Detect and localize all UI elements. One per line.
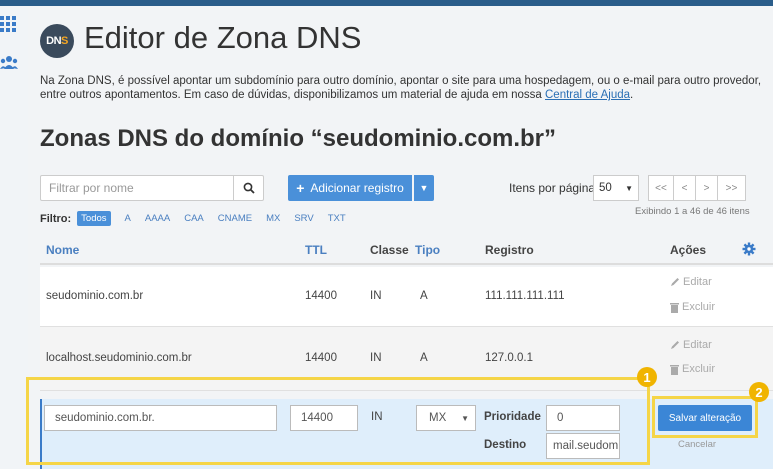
per-page-value: 50: [599, 182, 612, 194]
add-record-dropdown-button[interactable]: ▼: [414, 175, 434, 201]
step-badge-1: 1: [637, 367, 657, 387]
filter-chip-txt[interactable]: TXT: [328, 213, 346, 224]
caret-down-icon: ▼: [419, 183, 429, 193]
filter-chip-a[interactable]: A: [125, 213, 131, 224]
delete-label: Excluir: [682, 363, 716, 375]
items-count: Exibindo 1 a 46 de 46 itens: [635, 206, 750, 217]
row-ttl: 14400: [305, 290, 337, 302]
add-record-label: Adicionar registro: [310, 181, 404, 195]
trash-icon: [670, 302, 679, 313]
main-content: DN S Editor de Zona DNS Na Zona DNS, é po…: [26, 6, 773, 469]
row-type: A: [420, 352, 428, 364]
table-row: seudominio.com.br 14400 IN A 111.111.111…: [40, 267, 773, 327]
filter-chip-mx[interactable]: MX: [266, 213, 280, 224]
row-class: IN: [370, 290, 382, 302]
filter-chip-srv[interactable]: SRV: [294, 213, 313, 224]
add-record-button[interactable]: + Adicionar registro: [288, 175, 412, 201]
filter-name-input[interactable]: Filtrar por nome: [40, 175, 234, 201]
table-header: Nome TTL Classe Tipo Registro Ações: [40, 235, 773, 265]
dns-logo-icon: DN S: [40, 24, 74, 58]
row-record: 111.111.111.111: [485, 290, 565, 302]
step-badge-2: 2: [749, 382, 769, 402]
filter-chip-aaaa[interactable]: AAAA: [145, 213, 170, 224]
row-record: 127.0.0.1: [485, 352, 533, 364]
search-button[interactable]: [234, 175, 264, 201]
col-record-header: Registro: [485, 243, 534, 257]
page-title: Editor de Zona DNS: [84, 20, 362, 55]
row-class: IN: [370, 352, 382, 364]
row-type: A: [420, 290, 428, 302]
pager-next-button[interactable]: >: [696, 175, 718, 201]
delete-button[interactable]: Excluir: [670, 363, 715, 375]
users-icon[interactable]: [0, 54, 18, 72]
zones-subtitle: Zonas DNS do domínio “seudominio.com.br”: [40, 125, 557, 152]
edit-label: Editar: [683, 339, 712, 351]
edit-button[interactable]: Editar: [670, 276, 712, 288]
filter-chip-cname[interactable]: CNAME: [218, 213, 252, 224]
search-icon: [243, 182, 255, 194]
cancel-link[interactable]: Cancelar: [678, 439, 716, 450]
delete-button[interactable]: Excluir: [670, 301, 715, 313]
page-description: Na Zona DNS, é possível apontar um subdo…: [40, 74, 770, 102]
highlight-box-2: [652, 396, 758, 438]
row-name: seudominio.com.br: [46, 290, 144, 302]
pencil-icon: [671, 341, 679, 349]
pager-prev-button[interactable]: <: [674, 175, 696, 201]
per-page-label: Itens por página: [509, 181, 596, 195]
plus-icon: +: [296, 180, 305, 196]
per-page-select[interactable]: 50 ▼: [593, 175, 639, 201]
col-type-header[interactable]: Tipo: [415, 243, 440, 257]
trash-icon: [670, 364, 679, 375]
col-class-header: Classe: [370, 243, 409, 257]
filter-chip-caa[interactable]: CAA: [184, 213, 204, 224]
delete-label: Excluir: [682, 301, 716, 313]
description-line-2-text: entre outros apontamentos. Em caso de dú…: [40, 89, 545, 101]
gear-icon[interactable]: [742, 242, 756, 256]
row-ttl: 14400: [305, 352, 337, 364]
edit-label: Editar: [683, 276, 712, 288]
pager-first-button[interactable]: <<: [648, 175, 674, 201]
pencil-icon: [671, 278, 679, 286]
type-filter: Filtro: Todos A AAAA CAA CNAME MX SRV TX…: [40, 211, 353, 226]
sidebar: [0, 6, 28, 469]
description-line-2: entre outros apontamentos. Em caso de dú…: [40, 88, 770, 102]
pager-last-button[interactable]: >>: [718, 175, 746, 201]
description-line-2-end: .: [630, 89, 634, 101]
edit-button[interactable]: Editar: [670, 339, 712, 351]
help-center-link[interactable]: Central de Ajuda: [545, 89, 630, 101]
col-actions-header: Ações: [670, 243, 707, 257]
filter-label: Filtro:: [40, 212, 72, 225]
apps-grid-icon[interactable]: [0, 16, 18, 34]
col-name-header[interactable]: Nome: [46, 243, 79, 257]
row-name: localhost.seudominio.com.br: [46, 352, 192, 364]
highlight-box-1: [26, 377, 650, 465]
filter-chip-todos[interactable]: Todos: [77, 211, 111, 226]
description-line-1: Na Zona DNS, é possível apontar um subdo…: [40, 75, 762, 87]
col-ttl-header[interactable]: TTL: [305, 243, 327, 257]
caret-down-icon: ▼: [625, 183, 633, 193]
